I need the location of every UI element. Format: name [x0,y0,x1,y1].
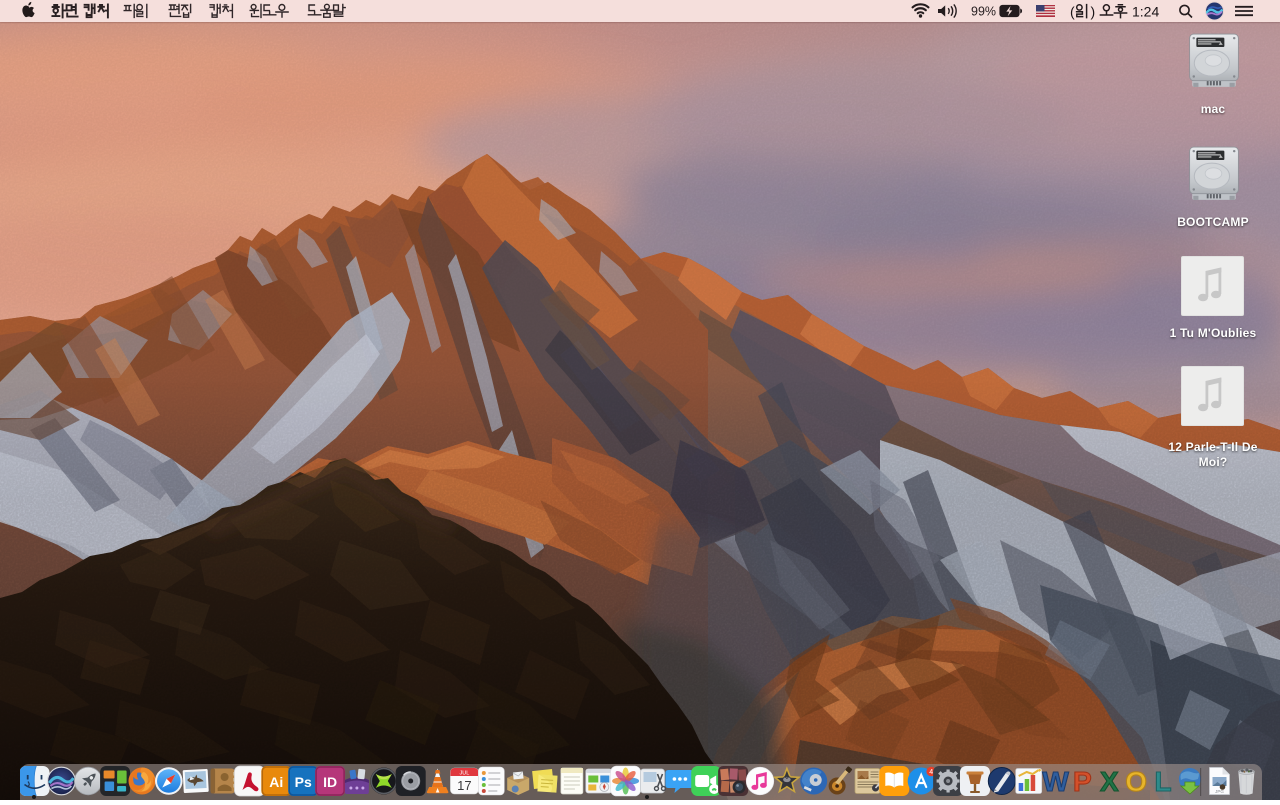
svg-text:(: ( [1070,4,1075,20]
svg-text:99%: 99% [971,5,996,19]
svg-text:1:24: 1:24 [1132,4,1159,20]
svg-text:): ) [1091,4,1096,20]
